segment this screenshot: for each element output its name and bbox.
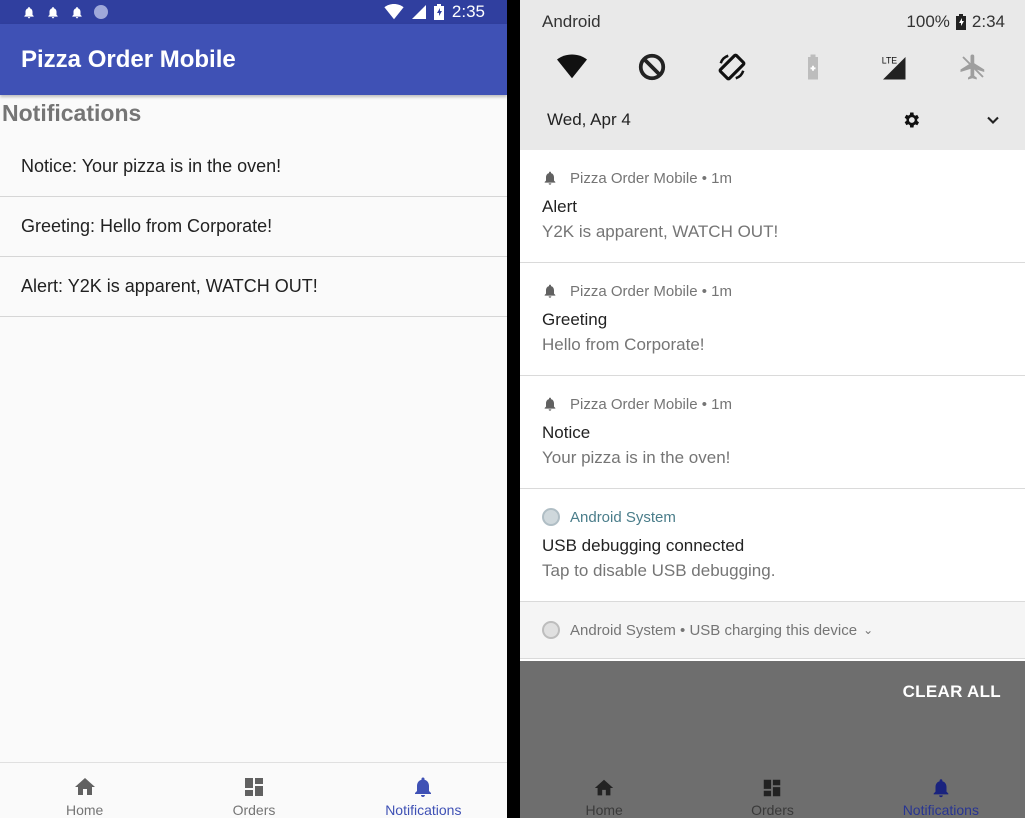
gear-icon[interactable] bbox=[901, 110, 921, 130]
status-bar: 2:35 bbox=[0, 0, 507, 24]
tab-home[interactable]: Home bbox=[0, 763, 169, 818]
system-dot-icon bbox=[94, 5, 108, 19]
battery-icon bbox=[433, 4, 444, 20]
bottom-navigation: Home Orders Notifications bbox=[520, 762, 1025, 818]
tab-notifications-label: Notifications bbox=[385, 802, 462, 818]
notification-header: Pizza Order Mobile • 1m bbox=[542, 394, 1003, 414]
auto-rotate-icon bbox=[718, 53, 746, 81]
tab-home-label: Home bbox=[585, 802, 623, 818]
notification-shade-screen: Android 100% 2:34 LTE Wed, Apr 4 Pizza O… bbox=[520, 0, 1025, 818]
notification-app: Pizza Order Mobile • 1m bbox=[570, 169, 732, 187]
app-title: Pizza Order Mobile bbox=[0, 24, 507, 95]
bell-icon bbox=[544, 171, 556, 185]
notification-title: Greeting bbox=[542, 310, 608, 329]
android-system-icon bbox=[542, 621, 560, 639]
list-item[interactable]: Notice: Your pizza is in the oven! bbox=[0, 137, 507, 197]
bell-icon bbox=[933, 779, 949, 798]
battery-icon bbox=[955, 14, 966, 30]
list-item[interactable]: Alert: Y2K is apparent, WATCH OUT! bbox=[0, 257, 507, 317]
carrier-label: Android bbox=[542, 12, 601, 31]
mobile-data-toggle[interactable]: LTE bbox=[873, 47, 913, 87]
notification-body: Hello from Corporate! bbox=[542, 335, 705, 354]
status-bar: Android 100% 2:34 bbox=[520, 0, 1025, 44]
chevron-down-icon[interactable] bbox=[983, 110, 1003, 130]
tab-notifications[interactable]: Notifications bbox=[339, 763, 507, 818]
clear-all-button[interactable]: CLEAR ALL bbox=[903, 682, 1001, 702]
notification-card[interactable]: Pizza Order Mobile • 1m Notice Your pizz… bbox=[520, 376, 1025, 489]
signal-icon bbox=[411, 5, 426, 19]
app-screen: 2:35 Pizza Order Mobile Notifications No… bbox=[0, 0, 508, 818]
notification-bell-icon bbox=[22, 5, 36, 20]
collapsed-notification-text: Android System • USB charging this devic… bbox=[570, 621, 858, 639]
notification-header: Pizza Order Mobile • 1m bbox=[542, 168, 1003, 188]
notification-title: Notice bbox=[542, 423, 591, 442]
notification-header: Pizza Order Mobile • 1m bbox=[542, 281, 1003, 301]
do-not-disturb-icon bbox=[639, 53, 666, 81]
collapsed-notification[interactable]: Android System • USB charging this devic… bbox=[520, 602, 1025, 659]
dimmed-app-area: CLEAR ALL Home Orders Notifications bbox=[520, 661, 1025, 818]
list-item[interactable]: Greeting: Hello from Corporate! bbox=[0, 197, 507, 257]
notification-header: Android System bbox=[542, 507, 1003, 527]
wifi-icon bbox=[384, 4, 404, 20]
battery-saver-icon bbox=[807, 54, 818, 80]
notification-app: Pizza Order Mobile • 1m bbox=[570, 395, 732, 413]
auto-rotate-toggle[interactable] bbox=[712, 47, 752, 87]
bell-icon bbox=[415, 777, 432, 797]
home-icon bbox=[594, 779, 614, 796]
notification-bell-icon bbox=[46, 5, 60, 20]
tab-home-label: Home bbox=[65, 802, 104, 818]
tab-orders: Orders bbox=[688, 762, 856, 818]
dashboard-icon bbox=[764, 779, 781, 797]
tab-notifications-label: Notifications bbox=[902, 802, 979, 818]
lte-signal-icon: LTE bbox=[881, 55, 906, 80]
notification-bell-icon bbox=[70, 5, 84, 20]
notification-app: Android System bbox=[570, 508, 676, 526]
dashboard-icon bbox=[244, 778, 263, 796]
notification-card[interactable]: Pizza Order Mobile • 1m Alert Y2K is app… bbox=[520, 150, 1025, 263]
page-title: Notifications bbox=[2, 100, 142, 126]
notification-title: Alert bbox=[542, 197, 577, 216]
system-notification-card[interactable]: Android System USB debugging connected T… bbox=[520, 489, 1025, 602]
svg-text:LTE: LTE bbox=[881, 55, 897, 65]
tab-home: Home bbox=[520, 762, 688, 818]
tab-notifications: Notifications bbox=[857, 762, 1025, 818]
home-icon bbox=[74, 778, 95, 795]
wifi-icon bbox=[557, 54, 588, 79]
android-system-icon bbox=[542, 508, 560, 526]
notification-title: USB debugging connected bbox=[542, 536, 745, 555]
chevron-down-icon: ⌄ bbox=[863, 623, 874, 637]
status-time: 2:34 bbox=[971, 12, 1005, 31]
quick-settings-row: LTE bbox=[520, 44, 1025, 90]
date-label: Wed, Apr 4 bbox=[547, 110, 631, 129]
notification-body: Your pizza is in the oven! bbox=[542, 448, 731, 467]
bell-icon bbox=[544, 397, 556, 411]
quick-settings-panel: Android 100% 2:34 LTE Wed, Apr 4 bbox=[520, 0, 1025, 150]
battery-saver-toggle[interactable] bbox=[793, 47, 833, 87]
tab-orders[interactable]: Orders bbox=[169, 763, 338, 818]
bottom-navigation: Home Orders Notifications bbox=[0, 762, 507, 818]
status-time: 2:35 bbox=[451, 2, 485, 21]
notification-card[interactable]: Pizza Order Mobile • 1m Greeting Hello f… bbox=[520, 263, 1025, 376]
dnd-toggle[interactable] bbox=[632, 47, 672, 87]
tab-orders-label: Orders bbox=[232, 802, 276, 818]
notification-app: Pizza Order Mobile • 1m bbox=[570, 282, 732, 300]
notification-body: Y2K is apparent, WATCH OUT! bbox=[542, 222, 779, 241]
airplane-icon bbox=[960, 54, 985, 80]
notification-body: Tap to disable USB debugging. bbox=[542, 561, 776, 580]
date-row: Wed, Apr 4 bbox=[520, 90, 1025, 150]
airplane-mode-toggle[interactable] bbox=[953, 47, 993, 87]
wifi-toggle[interactable] bbox=[552, 47, 592, 87]
battery-percent: 100% bbox=[906, 12, 950, 31]
bell-icon bbox=[544, 284, 556, 298]
tab-orders-label: Orders bbox=[751, 802, 794, 818]
notification-list: Notice: Your pizza is in the oven! Greet… bbox=[0, 137, 507, 317]
